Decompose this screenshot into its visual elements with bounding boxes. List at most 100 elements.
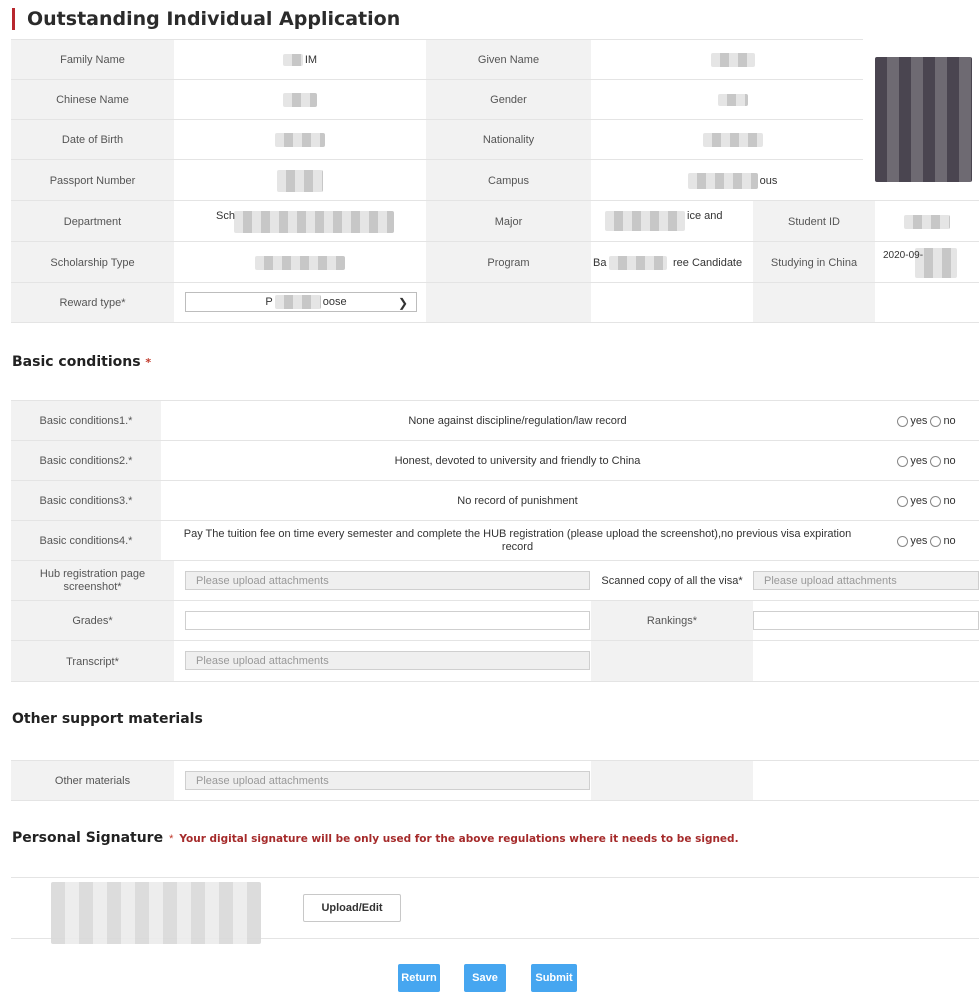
- radio-yes[interactable]: yes: [897, 415, 927, 427]
- transcript-row: Transcript* Please upload attachments: [11, 640, 979, 682]
- transcript-label: Transcript*: [11, 641, 174, 682]
- passport-label: Passport Number: [11, 160, 174, 201]
- condition-label: Basic conditions4.*: [11, 521, 161, 561]
- condition-label: Basic conditions1.*: [11, 401, 161, 441]
- redacted-block: [717, 94, 748, 106]
- student-photo: [875, 57, 972, 182]
- scholarship-value: [174, 242, 426, 283]
- condition-text: Pay The tuition fee on time every semest…: [161, 521, 874, 561]
- radio-yes[interactable]: yes: [897, 455, 927, 467]
- other-materials-row: Other materials Please upload attachment…: [11, 760, 979, 801]
- photo-cell: [863, 39, 979, 200]
- submit-button[interactable]: Submit: [531, 964, 577, 992]
- program-value: Ba ree Candidate: [591, 242, 753, 283]
- redacted-block: [282, 54, 303, 66]
- radio-no[interactable]: no: [930, 455, 956, 467]
- gender-value: [591, 80, 874, 120]
- condition-radio-group: yes no: [874, 441, 979, 481]
- chinese-name-label: Chinese Name: [11, 80, 174, 120]
- reward-select-text-a: P: [265, 296, 273, 308]
- condition-text: Honest, devoted to university and friend…: [161, 441, 874, 481]
- redacted-block: [609, 256, 667, 270]
- empty-label-cell: [426, 283, 591, 323]
- condition-label: Basic conditions2.*: [11, 441, 161, 481]
- radio-circle-icon: [930, 415, 942, 427]
- department-label: Department: [11, 201, 174, 242]
- radio-yes[interactable]: yes: [897, 495, 927, 507]
- signature-header: Personal Signature * Your digital signat…: [12, 830, 739, 846]
- condition-text: No record of punishment: [161, 481, 874, 521]
- hub-screenshot-upload[interactable]: Please upload attachments: [185, 571, 590, 590]
- studying-value: 2020-09-: [875, 242, 979, 283]
- gender-label: Gender: [426, 80, 591, 120]
- redacted-block: [275, 133, 325, 147]
- redacted-block: [274, 295, 321, 310]
- upload-edit-button[interactable]: Upload/Edit: [303, 894, 401, 922]
- radio-yes-label: yes: [910, 535, 928, 547]
- radio-yes[interactable]: yes: [897, 535, 927, 547]
- nationality-label: Nationality: [426, 120, 591, 160]
- radio-yes-label: yes: [910, 495, 928, 507]
- condition-radio-group: yes no: [874, 521, 979, 561]
- empty-value-cell: [753, 761, 979, 801]
- table-divider: [11, 322, 979, 323]
- condition-radio-group: yes no: [874, 481, 979, 521]
- required-mark: *: [169, 833, 174, 845]
- profile-row: Chinese Name Gender: [11, 79, 979, 120]
- major-value: ice and: [591, 201, 753, 242]
- rankings-label: Rankings*: [591, 601, 753, 641]
- campus-value: ous: [591, 160, 874, 201]
- redacted-block: [710, 53, 755, 67]
- radio-no[interactable]: no: [930, 415, 956, 427]
- reward-type-cell: Poose ❯: [174, 283, 426, 323]
- profile-row: Scholarship Type Program Ba ree Candidat…: [11, 241, 979, 283]
- visa-upload[interactable]: Please upload attachments: [753, 571, 979, 590]
- return-button[interactable]: Return: [398, 964, 440, 992]
- nationality-value: [591, 120, 874, 160]
- program-label: Program: [426, 242, 591, 283]
- profile-row: Reward type* Poose ❯: [11, 282, 979, 323]
- save-button[interactable]: Save: [464, 964, 506, 992]
- redacted-block: [255, 255, 345, 270]
- radio-no[interactable]: no: [930, 535, 956, 547]
- radio-circle-icon: [897, 495, 909, 507]
- hub-screenshot-cell: Please upload attachments: [174, 561, 591, 601]
- reward-type-select[interactable]: Poose ❯: [185, 292, 417, 312]
- condition-radio-group: yes no: [874, 401, 979, 441]
- condition-row: Basic conditions3.* No record of punishm…: [11, 480, 979, 521]
- empty-label-cell: [591, 641, 753, 682]
- condition-row: Basic conditions2.* Honest, devoted to u…: [11, 440, 979, 481]
- signature-row: Upload/Edit: [11, 877, 979, 944]
- radio-circle-icon: [897, 455, 909, 467]
- major-text: ice and: [687, 210, 723, 222]
- empty-value-cell: [753, 641, 979, 682]
- student-id-value: [875, 201, 979, 242]
- transcript-upload[interactable]: Please upload attachments: [185, 651, 590, 670]
- radio-circle-icon: [930, 495, 942, 507]
- reward-type-label: Reward type*: [11, 283, 174, 323]
- empty-value-cell: [875, 283, 979, 323]
- hub-screenshot-label: Hub registration page screenshot*: [11, 561, 174, 601]
- grades-input[interactable]: [185, 611, 590, 630]
- radio-circle-icon: [897, 415, 909, 427]
- radio-yes-label: yes: [910, 455, 928, 467]
- empty-value-cell: [591, 283, 753, 323]
- scholarship-label: Scholarship Type: [11, 242, 174, 283]
- redacted-block: [605, 211, 685, 231]
- transcript-cell: Please upload attachments: [174, 641, 591, 682]
- department-value: Sch: [174, 201, 426, 242]
- grades-cell: [174, 601, 591, 641]
- program-text-b: ree Candidate: [673, 257, 743, 269]
- empty-label-cell: [753, 283, 875, 323]
- table-divider: [11, 800, 979, 801]
- radio-yes-label: yes: [910, 415, 928, 427]
- grades-label: Grades*: [11, 601, 174, 641]
- condition-label: Basic conditions3.*: [11, 481, 161, 521]
- profile-row: Date of Birth Nationality: [11, 119, 979, 160]
- other-materials-upload[interactable]: Please upload attachments: [185, 771, 590, 790]
- empty-label-cell: [591, 761, 753, 801]
- rankings-input[interactable]: [753, 611, 979, 630]
- redacted-block: [277, 169, 323, 192]
- other-materials-label: Other materials: [11, 761, 174, 801]
- radio-no[interactable]: no: [930, 495, 956, 507]
